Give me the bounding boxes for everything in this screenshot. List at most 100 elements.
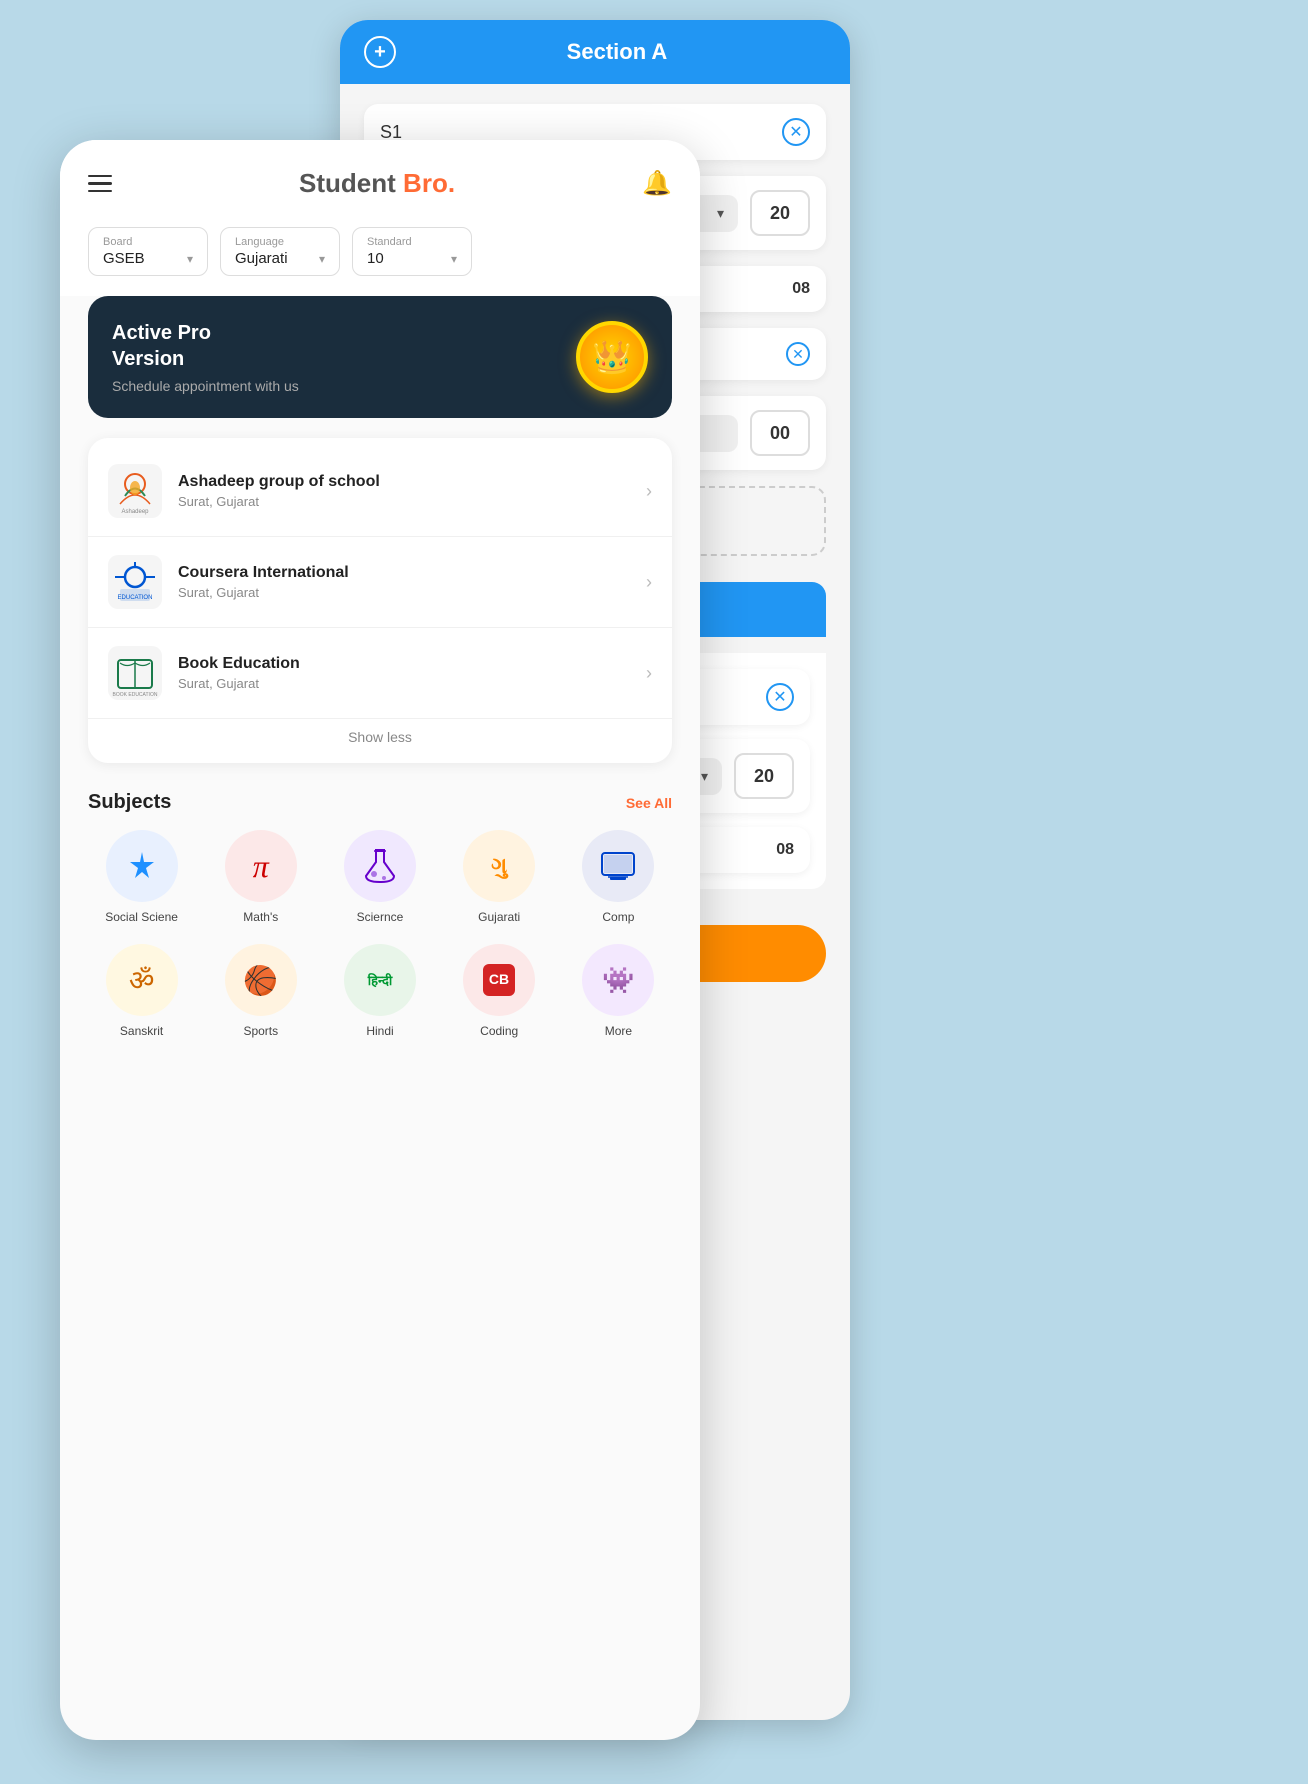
app-logo: Student Bro. [299,168,455,199]
pro-version-card[interactable]: Active Pro Version Schedule appointment … [88,296,672,418]
marks-b-value: 20 [754,766,774,787]
comp-label: Comp [602,910,634,924]
subject-maths[interactable]: π Math's [207,830,314,924]
subjects-title: Subjects [88,791,171,814]
close-s1-button[interactable]: ✕ [782,118,810,146]
svg-text:BOOK EDUCATION: BOOK EDUCATION [113,692,158,698]
notification-bell-icon[interactable]: 🔔 [642,169,672,198]
number-value-2: 00 [770,423,790,444]
more-icon: 👾 [582,944,654,1016]
close-s1-b-button[interactable]: ✕ [766,683,794,711]
subjects-row-2: ॐ Sanskrit 🏀 Sports हिन्दी Hindi [88,944,672,1038]
coursera-name: Coursera International [178,564,630,582]
logo-bro-text: Bro. [403,168,455,198]
book-location: Surat, Gujarat [178,676,630,691]
close-b-icon: ✕ [773,687,786,707]
app-header: Student Bro. 🔔 [60,140,700,215]
comp-icon [582,830,654,902]
subject-more[interactable]: 👾 More [565,944,672,1038]
subject-hindi[interactable]: हिन्दी Hindi [326,944,433,1038]
book-info: Book Education Surat, Gujarat [178,655,630,691]
svg-text:Ashadeep: Ashadeep [121,509,149,515]
language-filter-value: Gujarati ▾ [235,250,325,267]
subject-science[interactable]: Sciernce [326,830,433,924]
board-filter-value: GSEB ▾ [103,250,193,267]
book-arrow-icon: › [646,663,652,684]
coursera-arrow-icon: › [646,572,652,593]
coding-icon: CB [463,944,535,1016]
more-label: More [605,1024,632,1038]
hamburger-menu[interactable] [88,175,112,193]
coursera-info: Coursera International Surat, Gujarat [178,564,630,600]
science-icon [344,830,416,902]
sports-icon: 🏀 [225,944,297,1016]
pro-text-block: Active Pro Version Schedule appointment … [112,320,299,394]
subjects-section: Subjects See All Social Sciene π Math's [60,783,700,1038]
school-item-coursera[interactable]: EDUCATION Coursera International Surat, … [88,537,672,628]
marks-value: 20 [770,203,790,224]
coursera-location: Surat, Gujarat [178,585,630,600]
ashadeep-logo: Ashadeep [108,464,162,518]
language-filter-label: Language [235,236,325,248]
filter-row: Board GSEB ▾ Language Gujarati ▾ Standar… [60,215,700,296]
book-name: Book Education [178,655,630,673]
hindi-label: Hindi [366,1024,393,1038]
maths-label: Math's [243,910,278,924]
logo-student-text: Student [299,168,403,198]
crown-icon: 👑 [592,338,632,376]
subject-comp[interactable]: Comp [565,830,672,924]
number-box-2: 00 [750,410,810,456]
subjects-row-1: Social Sciene π Math's Sciernce [88,830,672,924]
questions-b-value: 08 [776,841,794,859]
show-less-button[interactable]: Show less [88,719,672,755]
ashadeep-name: Ashadeep group of school [178,473,630,491]
ashadeep-arrow-icon: › [646,481,652,502]
language-dropdown[interactable]: Language Gujarati ▾ [220,227,340,276]
plus-icon: + [374,41,386,64]
subject-social-science[interactable]: Social Sciene [88,830,195,924]
board-dropdown[interactable]: Board GSEB ▾ [88,227,208,276]
subjects-header: Subjects See All [88,791,672,814]
standard-dropdown[interactable]: Standard 10 ▾ [352,227,472,276]
crown-badge: 👑 [576,321,648,393]
hamburger-line-3 [88,190,112,193]
gujarati-icon: ગુ [463,830,535,902]
close-icon: ✕ [789,122,802,142]
see-all-button[interactable]: See All [626,795,672,811]
science-label: Sciernce [357,910,404,924]
hindi-icon: हिन्दी [344,944,416,1016]
subject-sports[interactable]: 🏀 Sports [207,944,314,1038]
chevron-b-icon: ▾ [701,768,708,785]
pro-subtitle: Schedule appointment with us [112,378,299,394]
section-a-header: + Section A [340,20,850,84]
svg-text:EDUCATION: EDUCATION [118,595,153,601]
gujarati-label: Gujarati [478,910,520,924]
ashadeep-info: Ashadeep group of school Surat, Gujarat [178,473,630,509]
subject-sanskrit[interactable]: ॐ Sanskrit [88,944,195,1038]
sanskrit-icon: ॐ [106,944,178,1016]
board-chevron-icon: ▾ [187,252,193,266]
svg-text:CB: CB [489,971,509,987]
add-section-button[interactable]: + [364,36,396,68]
section-a-title: Section A [408,39,826,65]
sanskrit-label: Sanskrit [120,1024,163,1038]
school-item-ashadeep[interactable]: Ashadeep Ashadeep group of school Surat,… [88,446,672,537]
school-item-book[interactable]: BOOK EDUCATION Book Education Surat, Guj… [88,628,672,719]
close-extra-button[interactable]: ✕ [786,342,810,366]
maths-icon: π [225,830,297,902]
coursera-logo: EDUCATION [108,555,162,609]
pro-title: Active Pro Version [112,320,299,372]
questions-value: 08 [792,280,810,298]
sports-label: Sports [243,1024,278,1038]
subject-gujarati[interactable]: ગુ Gujarati [446,830,553,924]
schools-card: Ashadeep Ashadeep group of school Surat,… [88,438,672,763]
hamburger-line-1 [88,175,112,178]
marks-number-box: 20 [750,190,810,236]
subject-coding[interactable]: CB Coding [446,944,553,1038]
board-filter-label: Board [103,236,193,248]
standard-filter-value: 10 ▾ [367,250,457,267]
book-logo: BOOK EDUCATION [108,646,162,700]
marks-b-box: 20 [734,753,794,799]
language-chevron-icon: ▾ [319,252,325,266]
social-science-label: Social Sciene [105,910,178,924]
